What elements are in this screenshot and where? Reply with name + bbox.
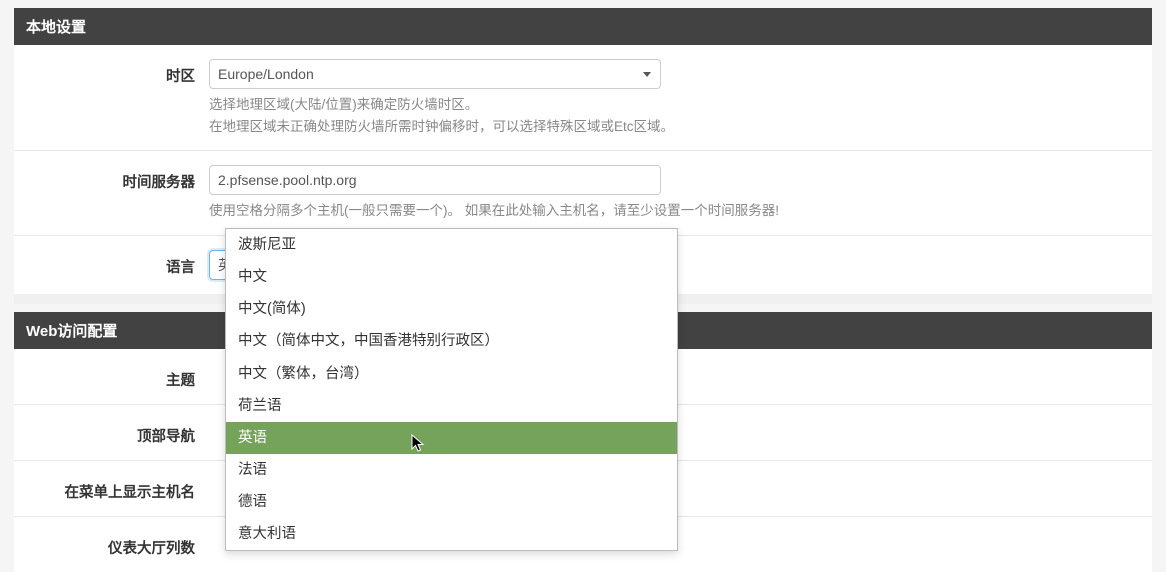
language-option[interactable]: 中文(简体) <box>226 293 677 325</box>
timezone-help2: 在地理区域未正确处理防火墙所需时钟偏移时，可以选择特殊区域或Etc区域。 <box>209 117 1142 137</box>
label-language: 语言 <box>14 250 209 277</box>
timezone-select[interactable]: Europe/London <box>209 59 661 89</box>
language-dropdown[interactable]: 波斯尼亚中文中文(简体)中文（简体中文，中国香港特别行政区）中文（繁体，台湾）荷… <box>225 228 678 551</box>
panel-header-local: 本地设置 <box>14 8 1152 45</box>
language-option[interactable]: 荷兰语 <box>226 390 677 422</box>
language-option[interactable]: 英语 <box>226 422 677 454</box>
timezone-help1: 选择地理区域(大陆/位置)来确定防火墙时区。 <box>209 95 1142 115</box>
timeservers-help: 使用空格分隔多个主机(一般只需要一个)。 如果在此处输入主机名，请至少设置一个时… <box>209 201 1142 221</box>
row-timeservers: 时间服务器 使用空格分隔多个主机(一般只需要一个)。 如果在此处输入主机名，请至… <box>14 151 1152 236</box>
language-option[interactable]: 意大利语 <box>226 518 677 550</box>
label-dashcols: 仪表大厅列数 <box>14 531 209 558</box>
language-option[interactable]: 中文（简体中文，中国香港特别行政区） <box>226 325 677 357</box>
language-option[interactable]: 波斯尼亚 <box>226 229 677 261</box>
language-option[interactable]: 中文（繁体，台湾） <box>226 358 677 390</box>
label-hostmenu: 在菜单上显示主机名 <box>14 475 209 502</box>
label-timeservers: 时间服务器 <box>14 165 209 192</box>
label-timezone: 时区 <box>14 59 209 86</box>
label-theme: 主题 <box>14 363 209 390</box>
row-timezone: 时区 Europe/London 选择地理区域(大陆/位置)来确定防火墙时区。 … <box>14 45 1152 151</box>
timeservers-input[interactable] <box>209 165 661 195</box>
label-topnav: 顶部导航 <box>14 419 209 446</box>
language-option[interactable]: 法语 <box>226 454 677 486</box>
language-option[interactable]: 德语 <box>226 486 677 518</box>
language-option[interactable]: 中文 <box>226 261 677 293</box>
